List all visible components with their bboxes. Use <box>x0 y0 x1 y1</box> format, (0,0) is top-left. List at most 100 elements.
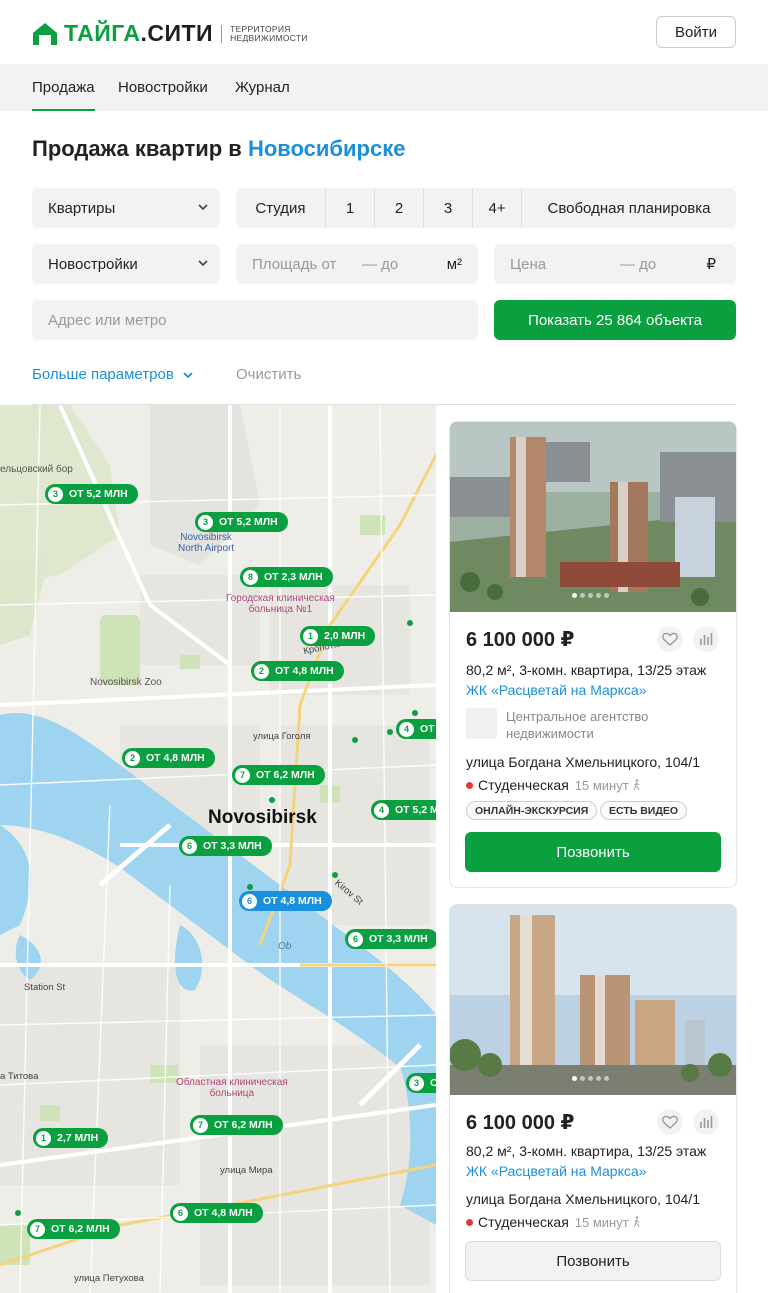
page-title: Продажа квартир в Новосибирске <box>32 136 405 162</box>
pin-price: 2,0 МЛН <box>324 630 366 642</box>
listing-address: улица Богдана Хмельницкого, 104/1 <box>466 1191 700 1207</box>
nav-item-new-buildings[interactable]: Новостройки <box>118 64 208 111</box>
address-placeholder: Адрес или метро <box>48 311 167 329</box>
rooms-4plus-button[interactable]: 4+ <box>473 188 522 228</box>
map-price-pin-selected[interactable]: 6 ОТ 4,8 МЛН <box>239 891 332 911</box>
call-button[interactable]: Позвонить <box>465 1241 721 1281</box>
listing-address: улица Богдана Хмельницкого, 104/1 <box>466 754 700 770</box>
map-label-airport-line2: North Airport <box>178 543 235 554</box>
pin-price: ОТ 6,2 МЛН <box>256 769 315 781</box>
pin-price: ОТ 5,2 МЛН <box>69 488 128 500</box>
listing-card[interactable]: 6 100 000 ₽ 80,2 м², 3-комн. квартира, 1… <box>449 904 737 1293</box>
map-label-hospital-1: Городская клиническая больница №1 <box>226 593 335 615</box>
pin-price: ОТ 6,2 МЛН <box>51 1223 110 1235</box>
nav-item-sale[interactable]: Продажа <box>32 64 95 111</box>
rooms-2-button[interactable]: 2 <box>375 188 424 228</box>
listing-photo[interactable] <box>450 422 736 612</box>
residential-complex-link[interactable]: ЖК «Расцветай на Маркса» <box>466 1163 646 1179</box>
page-title-prefix: Продажа квартир в <box>32 136 248 161</box>
address-input[interactable]: Адрес или метро <box>32 300 478 340</box>
map-price-pin[interactable]: 6 ОТ 4,8 МЛН <box>170 1203 263 1223</box>
pin-count: 4 <box>399 721 414 737</box>
pin-price: ОТ 3,3 МЛН <box>369 933 428 945</box>
compare-button[interactable] <box>693 626 719 652</box>
map-price-pin[interactable]: 6 ОТ 3,3 МЛН <box>345 929 436 949</box>
pin-count: 6 <box>242 893 257 909</box>
map-price-pin[interactable]: 8 ОТ 2,3 МЛН <box>240 567 333 587</box>
price-unit: ₽ <box>706 256 716 273</box>
area-range-field[interactable]: Площадь от — до м² <box>236 244 478 284</box>
map-label-hospital-2-line1: Областная клиническая <box>176 1077 288 1088</box>
pin-price: ОТ 4,8 МЛН <box>146 752 205 764</box>
logo-tagline: ТЕРРИТОРИЯ НЕДВИЖИМОСТИ <box>221 24 311 43</box>
map-price-pin[interactable]: 4 ОТ 5,2 МЛН <box>371 800 436 820</box>
tag-online-tour: ОНЛАЙН-ЭКСКУРСИЯ <box>466 801 598 820</box>
agency-name[interactable]: Центральное агентство недвижимости <box>506 708 706 742</box>
favorite-button[interactable] <box>657 1109 683 1135</box>
map-price-pin[interactable]: 1 2,0 МЛН <box>300 626 376 646</box>
map-price-pin[interactable]: 1 2,7 МЛН <box>33 1128 109 1148</box>
header: ТАЙГА.СИТИ ТЕРРИТОРИЯ НЕДВИЖИМОСТИ Войти <box>0 0 768 64</box>
metro-line-icon <box>466 1218 473 1226</box>
area-to-input[interactable]: — до <box>362 256 398 273</box>
rooms-studio-button[interactable]: Студия <box>236 188 326 228</box>
map-label-airport-line1: Novosibirsk <box>180 532 232 543</box>
pin-count: 4 <box>374 802 389 818</box>
pin-count: 6 <box>348 931 363 947</box>
listing-photo[interactable] <box>450 905 736 1095</box>
city-selector[interactable]: Новосибирске <box>248 136 406 161</box>
map-price-pin[interactable]: 7 ОТ 6,2 МЛН <box>232 765 325 785</box>
building-photo <box>450 905 736 1095</box>
listing-description: 80,2 м², 3-комн. квартира, 13/25 этаж <box>466 662 707 678</box>
pin-count: 6 <box>182 838 197 854</box>
rooms-1-button[interactable]: 1 <box>326 188 375 228</box>
clear-filters-link[interactable]: Очистить <box>236 366 301 383</box>
map-label-hospital-1-line1: Городская клиническая <box>226 593 335 604</box>
pin-price: ОТ <box>420 723 435 735</box>
map[interactable]: ельцовский бор Novosibirsk North Airport … <box>0 405 436 1293</box>
pin-price: ОТ 5,2 МЛН <box>395 804 436 816</box>
map-label-hospital-1-line2: больница №1 <box>248 604 313 615</box>
map-price-pin[interactable]: 3О <box>406 1073 436 1093</box>
map-price-pin[interactable]: 6 ОТ 3,3 МЛН <box>179 836 272 856</box>
price-from-input[interactable]: Цена <box>510 256 546 273</box>
map-label-mira: улица Мира <box>220 1165 273 1176</box>
map-price-pin[interactable]: 2 ОТ 4,8 МЛН <box>122 748 215 768</box>
rooms-3-button[interactable]: 3 <box>424 188 473 228</box>
map-price-pin[interactable]: 7 ОТ 6,2 МЛН <box>190 1115 283 1135</box>
pin-count: 1 <box>303 628 318 644</box>
chevron-down-icon <box>198 260 208 267</box>
login-button[interactable]: Войти <box>656 16 736 48</box>
compare-button[interactable] <box>693 1109 719 1135</box>
listing-description: 80,2 м², 3-комн. квартира, 13/25 этаж <box>466 1143 707 1159</box>
pin-price: О <box>430 1077 436 1089</box>
pin-price: ОТ 3,3 МЛН <box>203 840 262 852</box>
map-label-hospital-2-line2: больница <box>209 1088 255 1099</box>
nav-item-journal[interactable]: Журнал <box>235 64 290 111</box>
favorite-button[interactable] <box>657 626 683 652</box>
map-price-pin[interactable]: 3 ОТ 5,2 МЛН <box>45 484 138 504</box>
pin-price: 2,7 МЛН <box>57 1132 99 1144</box>
map-price-pin[interactable]: 2 ОТ 4,8 МЛН <box>251 661 344 681</box>
map-label-titova: а Титова <box>0 1071 39 1082</box>
market-type-select[interactable]: Новостройки <box>32 244 220 284</box>
more-params-toggle[interactable]: Больше параметров <box>32 366 194 383</box>
logo[interactable]: ТАЙГА.СИТИ ТЕРРИТОРИЯ НЕДВИЖИМОСТИ <box>32 20 311 47</box>
map-price-pin[interactable]: 7 ОТ 6,2 МЛН <box>27 1219 120 1239</box>
call-button[interactable]: Позвонить <box>465 832 721 872</box>
rooms-free-layout-button[interactable]: Свободная планировка <box>522 188 736 228</box>
pin-count: 7 <box>235 767 250 783</box>
pin-price: ОТ 5,2 МЛН <box>219 516 278 528</box>
pin-count: 7 <box>193 1117 208 1133</box>
area-from-input[interactable]: Площадь от <box>252 256 336 273</box>
map-price-pin[interactable]: 3 ОТ 5,2 МЛН <box>195 512 288 532</box>
listing-card[interactable]: 6 100 000 ₽ 80,2 м², 3-комн. квартира, 1… <box>449 421 737 888</box>
price-range-field[interactable]: Цена — до ₽ <box>494 244 736 284</box>
map-price-pin[interactable]: 4 ОТ <box>396 719 436 739</box>
show-results-button[interactable]: Показать 25 864 объекта <box>494 300 736 340</box>
property-type-select[interactable]: Квартиры <box>32 188 220 228</box>
residential-complex-link[interactable]: ЖК «Расцветай на Маркса» <box>466 682 646 698</box>
pin-count: 6 <box>173 1205 188 1221</box>
photo-pagination <box>572 1076 609 1081</box>
price-to-input[interactable]: — до <box>620 256 656 273</box>
